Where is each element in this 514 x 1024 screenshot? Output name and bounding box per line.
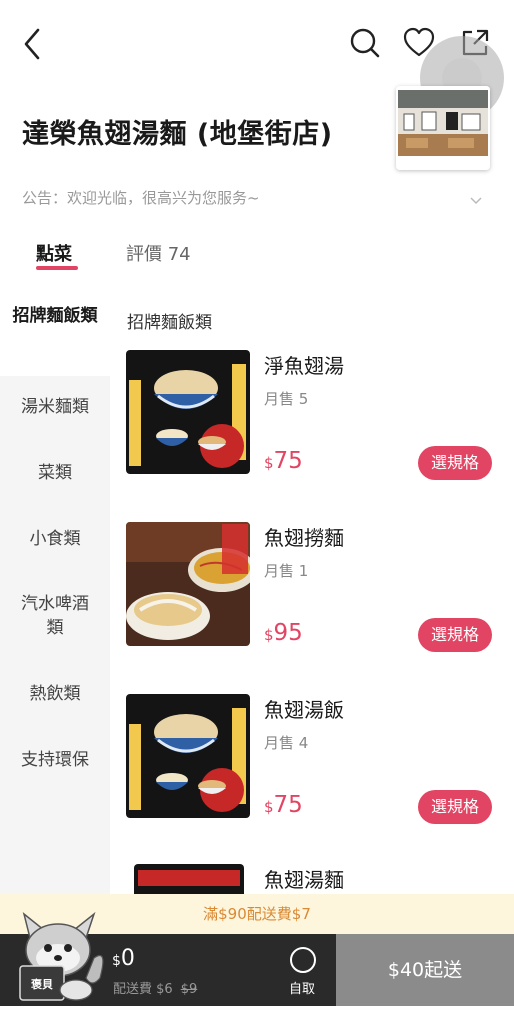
category-item-vegetables[interactable]: 菜類 — [0, 461, 110, 485]
dish-price: $75 — [264, 448, 303, 474]
cart-total: $0 — [112, 946, 135, 971]
dish-name: 魚翅湯麵 — [264, 868, 344, 892]
tab-reviews[interactable]: 評價 74 — [126, 240, 191, 266]
dish-photo[interactable] — [126, 694, 250, 818]
menu-list: 招牌麵飯類 淨魚翅湯 月售 5 $75 選規格 魚翅撈麵 月售 1 $95 選規… — [110, 290, 514, 894]
category-item-soup-noodles[interactable]: 湯米麵類 — [0, 395, 110, 419]
store-name: 達榮魚翅湯麵 (地堡街店) — [22, 119, 333, 150]
expand-notice-button[interactable] — [468, 192, 484, 208]
dish-monthly-sales: 月售 1 — [264, 562, 309, 580]
chevron-left-icon — [24, 28, 40, 60]
dish-photo[interactable] — [134, 864, 244, 894]
choose-spec-button[interactable]: 選規格 — [418, 618, 492, 652]
chevron-down-icon — [470, 197, 482, 205]
tab-order[interactable]: 點菜 — [36, 240, 72, 266]
dish-name: 淨魚翅湯 — [264, 354, 344, 378]
search-icon — [350, 28, 380, 58]
choose-spec-button[interactable]: 選規格 — [418, 790, 492, 824]
dish-item[interactable]: 淨魚翅湯 月售 5 $75 選規格 — [110, 350, 514, 490]
section-title: 招牌麵飯類 — [127, 313, 212, 333]
category-item-eco[interactable]: 支持環保 — [0, 748, 110, 772]
search-button[interactable] — [348, 26, 382, 60]
dish-name: 魚翅撈麵 — [264, 526, 344, 550]
dish-price: $75 — [264, 792, 303, 818]
choose-spec-button[interactable]: 選規格 — [418, 446, 492, 480]
back-button[interactable] — [18, 26, 50, 62]
dish-photo[interactable] — [126, 350, 250, 474]
active-tab-indicator — [36, 266, 78, 270]
dish-item[interactable]: 魚翅湯麵 — [110, 864, 514, 894]
dish-monthly-sales: 月售 4 — [264, 734, 309, 752]
dish-price: $95 — [264, 620, 303, 646]
dish-item[interactable]: 魚翅撈麵 月售 1 $95 選規格 — [110, 522, 514, 662]
cart-mascot-button[interactable]: 褒貝 — [10, 908, 110, 1004]
cart-mascot-badge-text: 褒貝 — [31, 978, 53, 991]
dish-item[interactable]: 魚翅湯飯 月售 4 $75 選規格 — [110, 694, 514, 834]
home-indicator-area — [0, 1006, 514, 1024]
dish-monthly-sales: 月售 5 — [264, 390, 309, 408]
category-item-hot-drinks[interactable]: 熱飲類 — [0, 682, 110, 706]
store-photo[interactable] — [396, 86, 490, 170]
category-item-signature[interactable]: 招牌麵飯類 — [0, 290, 110, 376]
pickup-label[interactable]: 自取 — [289, 978, 315, 997]
checkout-button[interactable]: $40起送 — [336, 934, 514, 1006]
delivery-fee: 配送費 $6 $9 — [113, 982, 198, 997]
pickup-radio[interactable] — [290, 947, 316, 973]
dish-photo[interactable] — [126, 522, 250, 646]
category-item-drinks[interactable]: 汽水啤酒類 — [0, 592, 110, 640]
store-notice: 公告：欢迎光临，很高兴为您服务~ — [22, 189, 260, 207]
category-item-snacks[interactable]: 小食類 — [0, 527, 110, 551]
dish-name: 魚翅湯飯 — [264, 698, 344, 722]
category-sidebar: 招牌麵飯類 湯米麵類 菜類 小食類 汽水啤酒類 熱飲類 支持環保 — [0, 290, 110, 894]
